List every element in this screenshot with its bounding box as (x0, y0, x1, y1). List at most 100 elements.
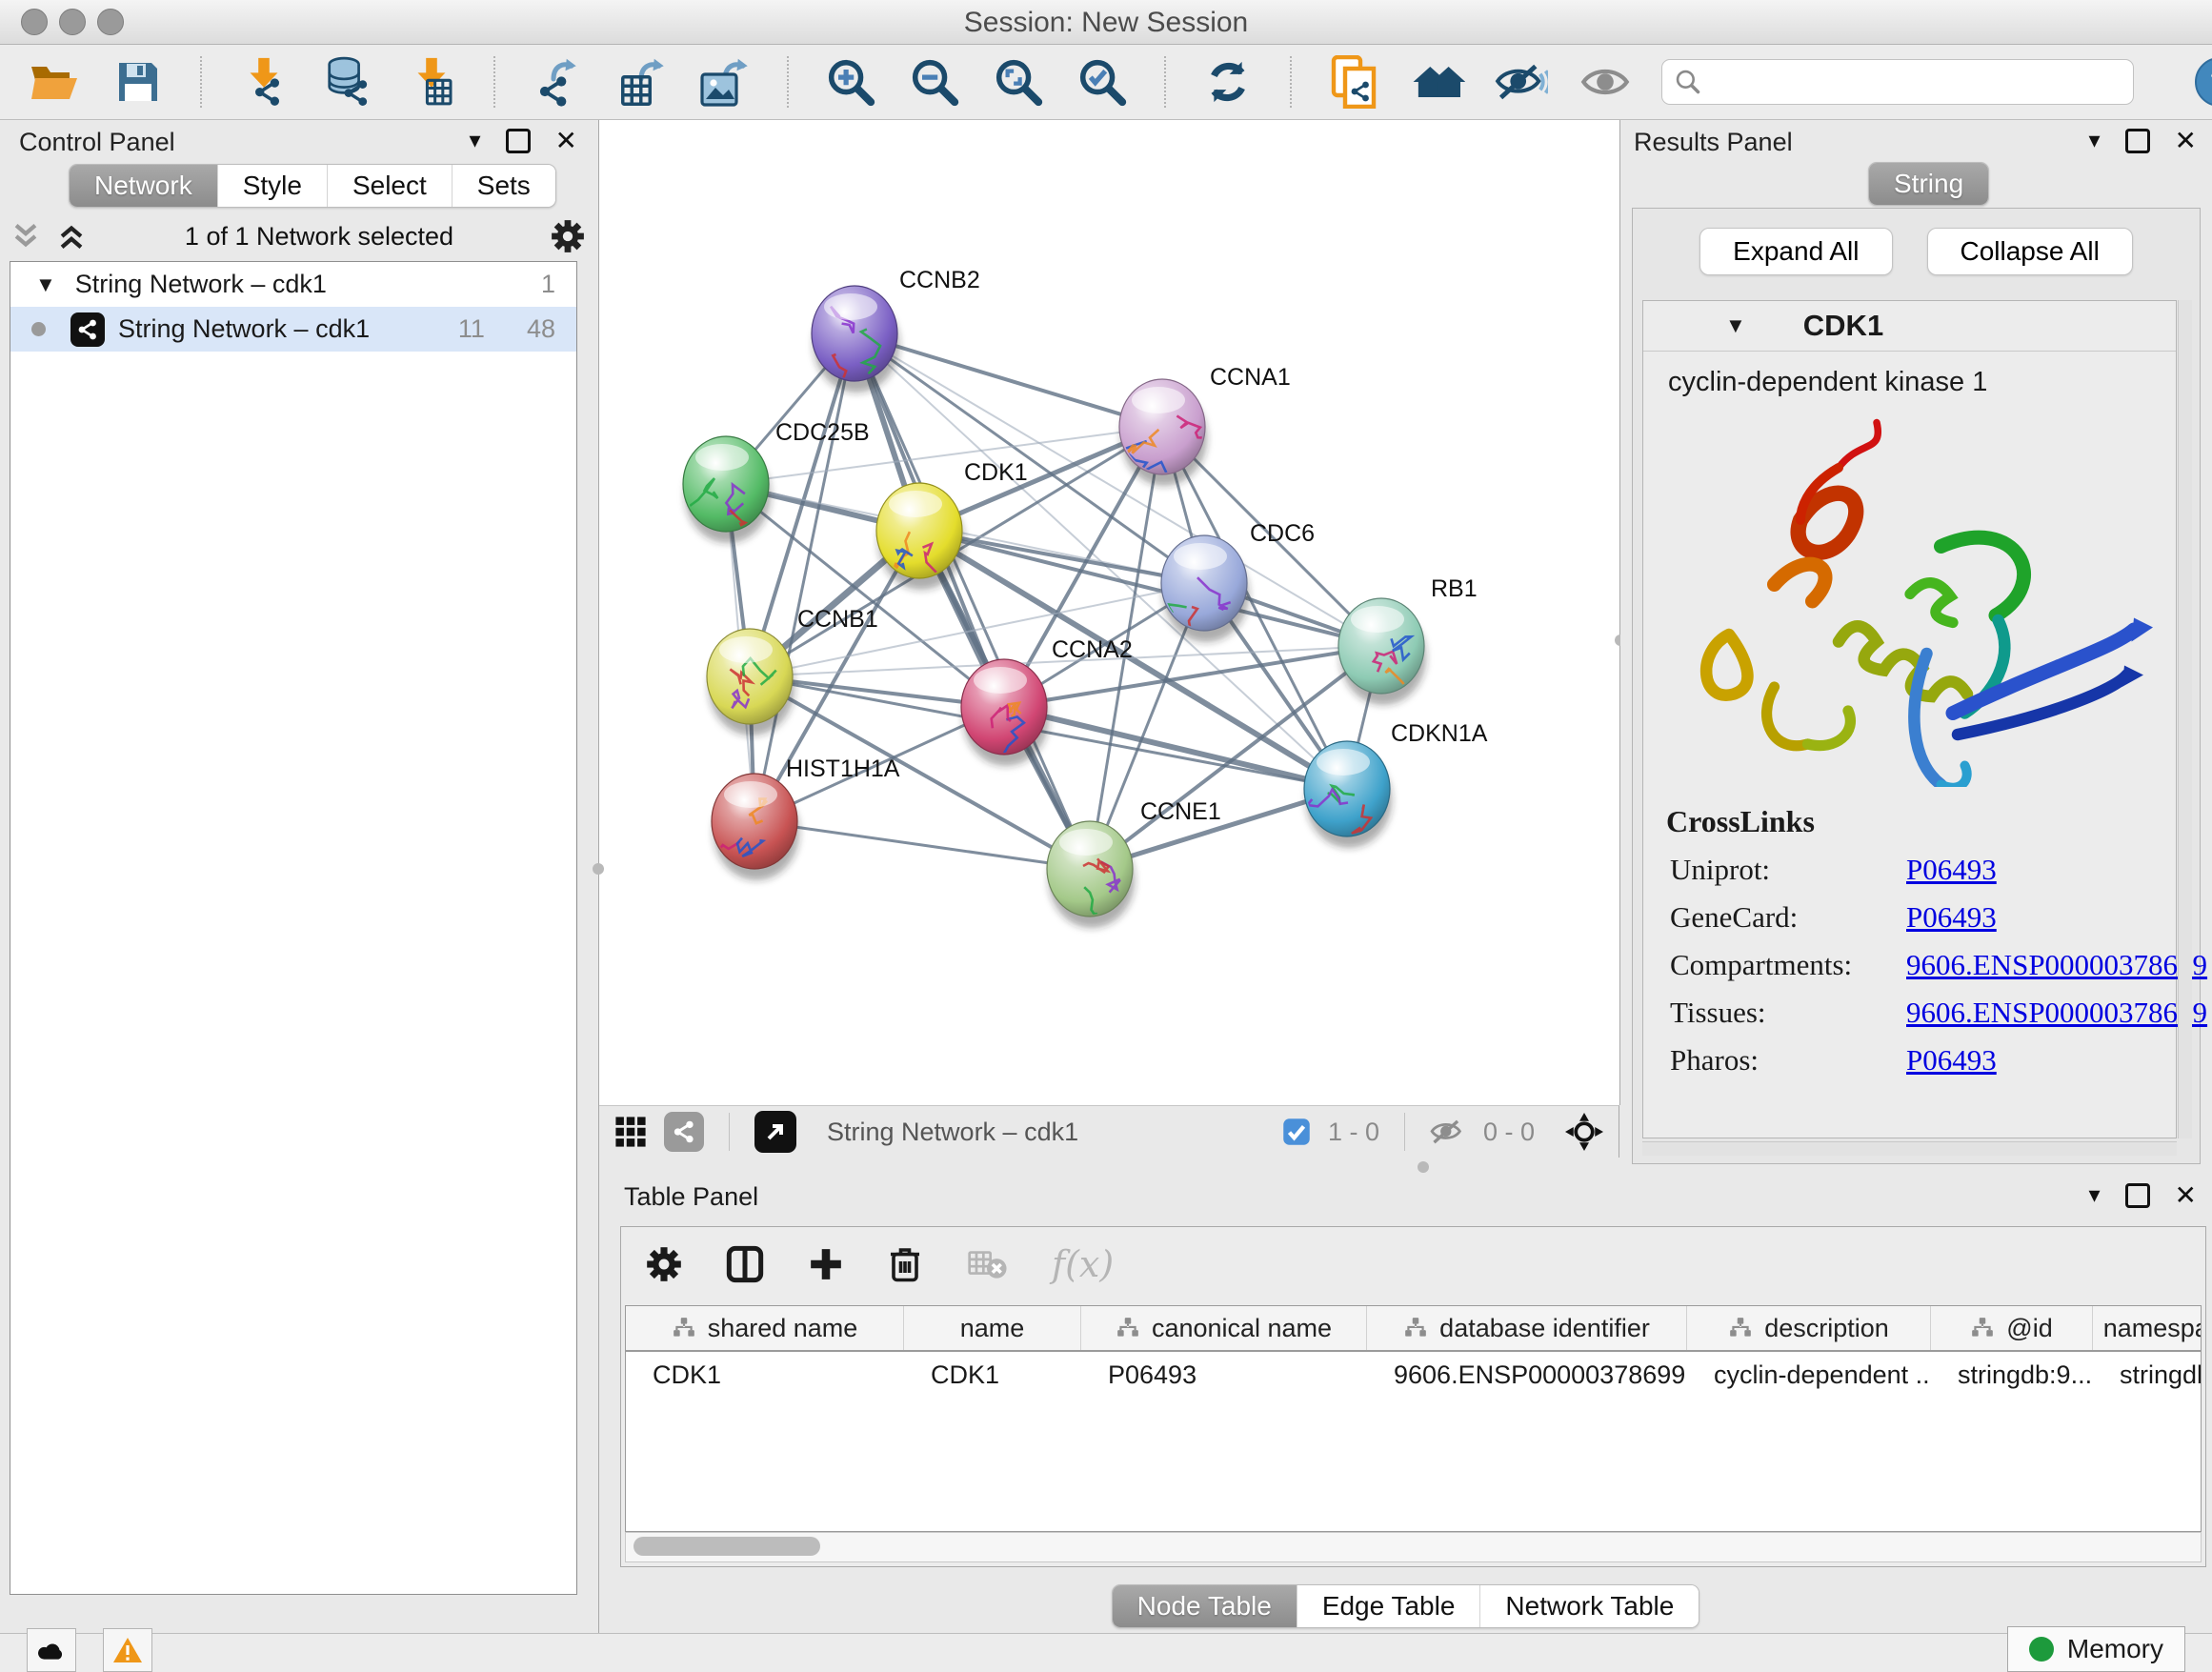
home-icon[interactable] (1410, 54, 1465, 110)
splitter-handle[interactable] (593, 863, 604, 875)
toolbar-separator (493, 56, 495, 108)
help-button[interactable]: ? (2195, 57, 2212, 107)
tree-expander-icon[interactable]: ▼ (35, 272, 56, 297)
panel-close-icon[interactable]: ✕ (555, 128, 577, 154)
node-CDC6[interactable] (1154, 535, 1249, 651)
column-header-description[interactable]: description (1687, 1306, 1931, 1350)
column-header-namespace[interactable]: namespace (2093, 1306, 2202, 1350)
network-row-selected[interactable]: String Network – cdk1 11 48 (10, 307, 576, 352)
tab-select[interactable]: Select (327, 165, 452, 207)
column-header--id[interactable]: @id (1931, 1306, 2093, 1350)
import-table-icon[interactable] (404, 54, 459, 110)
table-cell[interactable]: stringdb:9... (1931, 1360, 2093, 1390)
fit-selected-crosshair-icon[interactable] (1565, 1113, 1603, 1151)
network-collection-row[interactable]: ▼ String Network – cdk1 1 (10, 262, 576, 307)
node-CCNA1[interactable] (1119, 379, 1207, 486)
panel-collapse-icon[interactable]: ▾ (2088, 130, 2100, 152)
network-canvas[interactable]: CCNB2CCNA1CDC25BCDK1CDC6RB1CCNB1CCNA2CDK… (599, 120, 1620, 1105)
export-table-icon[interactable] (613, 54, 669, 110)
node-CCNA2[interactable] (961, 659, 1049, 766)
warnings-button[interactable] (103, 1628, 152, 1672)
node-RB1[interactable] (1338, 598, 1426, 705)
tab-string[interactable]: String (1869, 163, 1988, 205)
open-in-new-window-icon[interactable] (754, 1111, 796, 1153)
tab-style[interactable]: Style (217, 165, 327, 207)
import-network-from-database-icon[interactable] (320, 54, 375, 110)
expand-all-button[interactable]: Expand All (1699, 228, 1892, 275)
table-options-gear-icon[interactable] (646, 1246, 682, 1282)
tab-edge-table[interactable]: Edge Table (1297, 1585, 1480, 1627)
memory-button[interactable]: Memory (2007, 1626, 2185, 1672)
table-cell[interactable]: 9606.ENSP00000378699 (1367, 1360, 1687, 1390)
crosslink-link[interactable]: P06493 (1906, 1043, 1997, 1078)
node-section-expander-icon[interactable]: ▼ (1725, 313, 1746, 338)
column-header-shared-name[interactable]: shared name (626, 1306, 904, 1350)
open-folder-icon[interactable] (27, 54, 82, 110)
panel-close-icon[interactable]: ✕ (2175, 128, 2197, 154)
panel-float-icon[interactable] (2125, 1183, 2150, 1208)
results-vertical-scrollbar[interactable] (2178, 300, 2192, 1138)
table-cell[interactable]: stringdb (2093, 1360, 2202, 1390)
show-columns-icon[interactable] (726, 1245, 764, 1283)
collapse-all-networks-icon[interactable] (10, 220, 42, 252)
delete-column-icon[interactable] (888, 1244, 922, 1284)
grid-view-icon[interactable] (614, 1116, 647, 1148)
import-network-icon[interactable] (236, 54, 292, 110)
column-header-canonical-name[interactable]: canonical name (1081, 1306, 1367, 1350)
panel-collapse-icon[interactable]: ▾ (2088, 1184, 2100, 1207)
refresh-layout-icon[interactable] (1200, 54, 1256, 110)
panel-float-icon[interactable] (506, 129, 531, 153)
crosslink-link[interactable]: 9606.ENSP00000378699 (1906, 996, 2207, 1030)
zoom-in-icon[interactable] (823, 54, 878, 110)
node-CCNB2[interactable] (812, 286, 899, 393)
tab-network[interactable]: Network (70, 165, 217, 207)
network-icon (70, 312, 105, 347)
panel-collapse-icon[interactable]: ▾ (469, 130, 480, 152)
toolbar-separator (1404, 1113, 1405, 1151)
collapse-all-button[interactable]: Collapse All (1927, 228, 2133, 275)
zoom-out-icon[interactable] (907, 54, 962, 110)
crosslink-link[interactable]: 9606.ENSP00000378699 (1906, 948, 2207, 982)
scrollbar-thumb[interactable] (633, 1537, 820, 1556)
panel-close-icon[interactable]: ✕ (2175, 1182, 2197, 1209)
tab-network-table[interactable]: Network Table (1479, 1585, 1699, 1627)
network-options-gear-icon[interactable] (551, 219, 585, 253)
zoom-fit-icon[interactable] (991, 54, 1046, 110)
table-cell[interactable]: cyclin-dependent ... (1687, 1360, 1931, 1390)
hidden-eye-slash-icon[interactable] (1430, 1118, 1466, 1146)
splitter-handle[interactable] (1418, 1161, 1429, 1173)
selected-checkbox-icon[interactable] (1282, 1118, 1311, 1146)
tab-sets[interactable]: Sets (452, 165, 555, 207)
crosslink-link[interactable]: P06493 (1906, 853, 1997, 887)
add-column-icon[interactable] (808, 1246, 844, 1282)
cloud-status-button[interactable] (27, 1628, 76, 1672)
clone-network-icon[interactable] (1326, 54, 1381, 110)
node-CDK1[interactable] (876, 483, 964, 590)
export-image-icon[interactable] (697, 54, 753, 110)
column-header-name[interactable]: name (904, 1306, 1081, 1350)
network-share-view-icon[interactable] (664, 1112, 704, 1152)
node-CCNB1[interactable] (707, 629, 794, 735)
table-cell[interactable]: P06493 (1081, 1360, 1367, 1390)
column-header-database-identifier[interactable]: database identifier (1367, 1306, 1687, 1350)
tab-node-table[interactable]: Node Table (1113, 1585, 1297, 1627)
node-CDKN1A[interactable] (1304, 741, 1392, 848)
table-row[interactable]: CDK1CDK1P064939606.ENSP00000378699cyclin… (626, 1352, 2201, 1398)
save-session-icon[interactable] (111, 54, 166, 110)
hide-selected-eye-slash-icon[interactable] (1494, 54, 1549, 110)
table-cell[interactable]: CDK1 (904, 1360, 1081, 1390)
search-input[interactable] (1661, 59, 2134, 105)
expand-all-networks-icon[interactable] (55, 220, 88, 252)
table-cell[interactable]: CDK1 (626, 1360, 904, 1390)
results-horizontal-scrollbar[interactable] (1642, 1141, 2177, 1156)
export-network-icon[interactable] (530, 54, 585, 110)
collection-count: 1 (541, 270, 555, 299)
zoom-selected-icon[interactable] (1075, 54, 1130, 110)
panel-float-icon[interactable] (2125, 129, 2150, 153)
show-all-eye-icon[interactable] (1578, 54, 1633, 110)
table-horizontal-scrollbar[interactable] (625, 1532, 2202, 1562)
node-CDC25B[interactable] (683, 436, 771, 543)
node-HIST1H1A[interactable] (711, 774, 799, 880)
crosslink-link[interactable]: P06493 (1906, 900, 1997, 935)
node-CCNE1[interactable] (1047, 821, 1135, 928)
